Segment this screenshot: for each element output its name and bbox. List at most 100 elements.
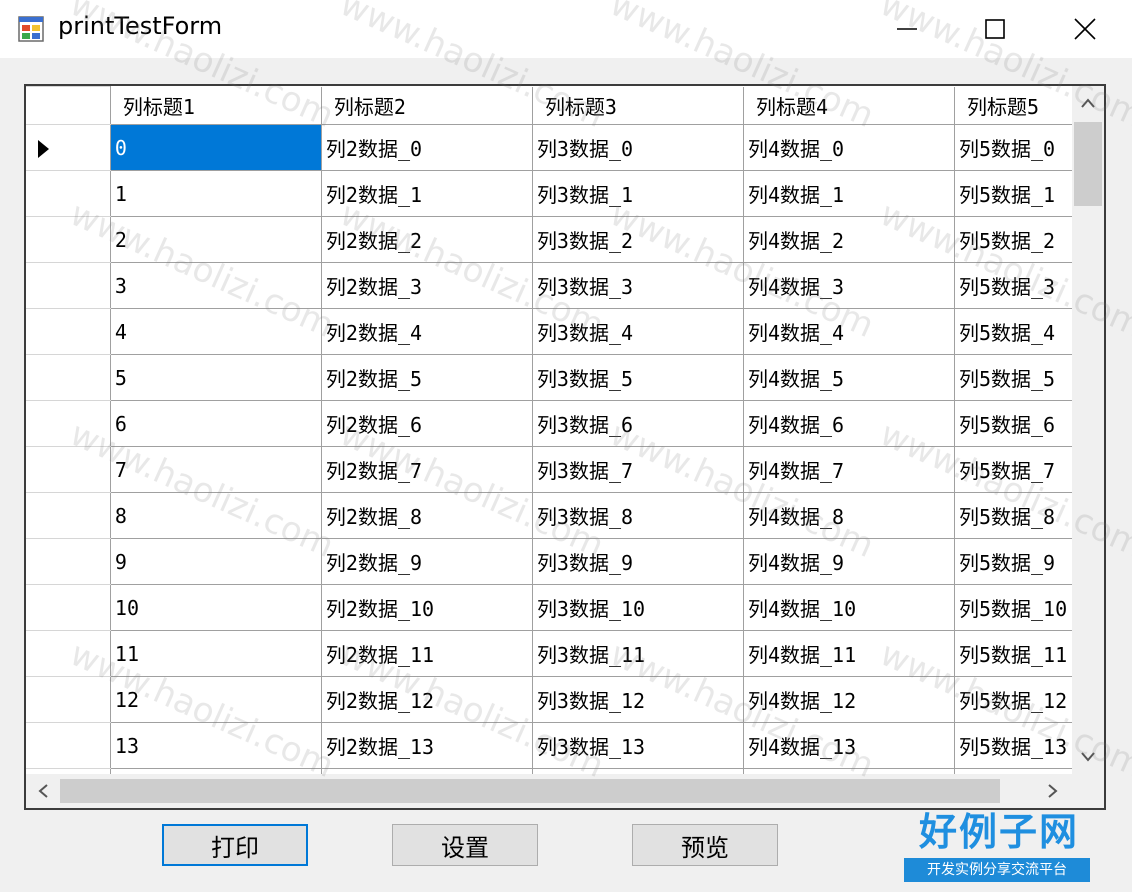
grid-cell[interactable]: 列2数据_3 (320, 262, 533, 309)
close-button[interactable] (1040, 0, 1130, 58)
grid-cell[interactable]: 列5数据_4 (953, 308, 1072, 355)
scroll-up-button[interactable] (1072, 86, 1104, 120)
grid-cell[interactable]: 9 (109, 538, 322, 585)
grid-cell[interactable]: 列2数据_1 (320, 170, 533, 217)
grid-cell[interactable]: 列3数据_9 (531, 538, 744, 585)
grid-cell[interactable]: 列3数据_13 (531, 722, 744, 769)
grid-cell[interactable]: 列4数据_10 (742, 584, 955, 631)
grid-cell[interactable]: 列4数据_9 (742, 538, 955, 585)
data-grid-view[interactable]: 列标题1 列标题2 列标题3 列标题4 列标题5 0 列2数据_0 列3数据_0 列4… (24, 84, 1106, 810)
row-header-cell[interactable] (26, 676, 111, 723)
grid-cell[interactable]: 列3数据_6 (531, 400, 744, 447)
grid-cell[interactable]: 列2数据_13 (320, 722, 533, 769)
grid-cell[interactable]: 列5数据_9 (953, 538, 1072, 585)
grid-cell[interactable]: 0 (109, 124, 322, 171)
grid-cell[interactable]: 4 (109, 308, 322, 355)
grid-cell[interactable]: 列3数据_2 (531, 216, 744, 263)
maximize-button[interactable] (950, 0, 1040, 58)
row-header-cell[interactable] (26, 446, 111, 493)
grid-cell[interactable]: 列3数据_1 (531, 170, 744, 217)
minimize-button[interactable] (862, 0, 952, 58)
row-header-cell[interactable] (26, 170, 111, 217)
print-button[interactable]: 打印 (162, 824, 308, 866)
preview-button[interactable]: 预览 (632, 824, 778, 866)
grid-cell[interactable]: 12 (109, 676, 322, 723)
scroll-left-button[interactable] (26, 774, 60, 808)
grid-cell[interactable]: 列5数据_13 (953, 722, 1072, 769)
grid-cell[interactable]: 列3数据_4 (531, 308, 744, 355)
grid-cell[interactable]: 列2数据_4 (320, 308, 533, 355)
grid-cell[interactable]: 列4数据_4 (742, 308, 955, 355)
column-header[interactable]: 列标题1 (109, 86, 322, 125)
grid-cell[interactable]: 8 (109, 492, 322, 539)
grid-cell[interactable]: 列4数据_13 (742, 722, 955, 769)
grid-cell[interactable]: 列5数据_10 (953, 584, 1072, 631)
grid-cell[interactable]: 列4数据_11 (742, 630, 955, 677)
horizontal-scrollbar[interactable] (26, 774, 1104, 808)
row-header-cell[interactable] (26, 354, 111, 401)
grid-cell[interactable]: 列4数据_12 (742, 676, 955, 723)
row-header-cell[interactable] (26, 538, 111, 585)
column-header[interactable]: 列标题3 (531, 86, 744, 125)
grid-cell[interactable]: 列4数据_1 (742, 170, 955, 217)
horizontal-scroll-thumb[interactable] (60, 779, 1000, 803)
column-header[interactable]: 列标题5 (953, 86, 1072, 125)
scroll-right-button[interactable] (1036, 774, 1070, 808)
grid-cell[interactable]: 列2数据_0 (320, 124, 533, 171)
grid-cell[interactable]: 13 (109, 722, 322, 769)
row-header-cell[interactable] (26, 630, 111, 677)
grid-cell[interactable]: 列4数据_0 (742, 124, 955, 171)
settings-button[interactable]: 设置 (392, 824, 538, 866)
row-header-cell[interactable] (26, 584, 111, 631)
grid-cell[interactable]: 列5数据_2 (953, 216, 1072, 263)
row-header-cell[interactable] (26, 124, 111, 171)
grid-cell[interactable]: 列5数据_3 (953, 262, 1072, 309)
grid-cell[interactable]: 列3数据_3 (531, 262, 744, 309)
top-left-header-cell[interactable] (26, 86, 111, 125)
grid-cell[interactable]: 11 (109, 630, 322, 677)
grid-cell[interactable]: 列5数据_12 (953, 676, 1072, 723)
grid-cell[interactable]: 列4数据_7 (742, 446, 955, 493)
grid-cell[interactable]: 5 (109, 354, 322, 401)
grid-cell[interactable]: 列4数据_6 (742, 400, 955, 447)
grid-cell[interactable]: 列3数据_7 (531, 446, 744, 493)
grid-cell[interactable]: 列2数据_8 (320, 492, 533, 539)
grid-cell[interactable]: 列2数据_6 (320, 400, 533, 447)
grid-cell[interactable]: 1 (109, 170, 322, 217)
grid-cell[interactable]: 列3数据_12 (531, 676, 744, 723)
grid-cell[interactable]: 列5数据_1 (953, 170, 1072, 217)
grid-cell[interactable]: 列3数据_0 (531, 124, 744, 171)
scroll-down-button[interactable] (1072, 740, 1104, 774)
row-header-cell[interactable] (26, 308, 111, 355)
grid-cell[interactable]: 列2数据_9 (320, 538, 533, 585)
grid-cell[interactable]: 列5数据_7 (953, 446, 1072, 493)
grid-cell[interactable]: 列2数据_12 (320, 676, 533, 723)
grid-cell[interactable]: 列5数据_11 (953, 630, 1072, 677)
grid-cell[interactable]: 10 (109, 584, 322, 631)
grid-cell[interactable]: 列5数据_5 (953, 354, 1072, 401)
vertical-scroll-thumb[interactable] (1074, 122, 1102, 206)
vertical-scrollbar[interactable] (1072, 86, 1104, 774)
grid-cell[interactable]: 列3数据_10 (531, 584, 744, 631)
grid-cell[interactable]: 7 (109, 446, 322, 493)
grid-cell[interactable]: 6 (109, 400, 322, 447)
grid-cell[interactable]: 列2数据_5 (320, 354, 533, 401)
grid-cell[interactable]: 列5数据_0 (953, 124, 1072, 171)
grid-cell[interactable]: 列5数据_6 (953, 400, 1072, 447)
row-header-cell[interactable] (26, 262, 111, 309)
grid-cell[interactable]: 列3数据_5 (531, 354, 744, 401)
grid-cell[interactable]: 列2数据_10 (320, 584, 533, 631)
grid-cell[interactable]: 列5数据_8 (953, 492, 1072, 539)
grid-cell[interactable]: 3 (109, 262, 322, 309)
row-header-cell[interactable] (26, 722, 111, 769)
grid-cell[interactable]: 2 (109, 216, 322, 263)
grid-cell[interactable]: 列3数据_11 (531, 630, 744, 677)
grid-cell[interactable]: 列2数据_11 (320, 630, 533, 677)
grid-cell[interactable]: 列4数据_3 (742, 262, 955, 309)
grid-cell[interactable]: 列3数据_8 (531, 492, 744, 539)
row-header-cell[interactable] (26, 400, 111, 447)
grid-cell[interactable]: 列2数据_2 (320, 216, 533, 263)
grid-cell[interactable]: 列4数据_2 (742, 216, 955, 263)
grid-cell[interactable]: 列4数据_8 (742, 492, 955, 539)
grid-cell[interactable]: 列2数据_7 (320, 446, 533, 493)
